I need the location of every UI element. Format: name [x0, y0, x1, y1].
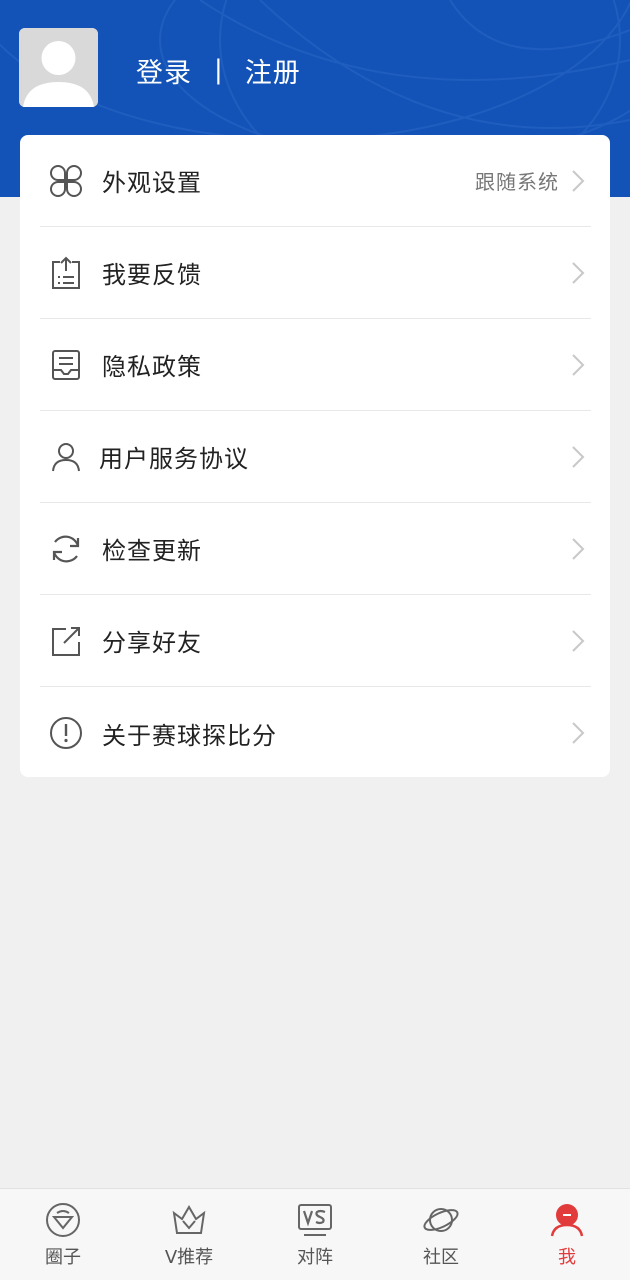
feedback-icon — [52, 256, 80, 289]
tab-me[interactable]: 我 — [504, 1189, 630, 1280]
chevron-right-icon — [572, 537, 585, 560]
chevron-right-icon — [572, 629, 585, 652]
avatar[interactable] — [19, 28, 98, 107]
tab-label: 社区 — [423, 1247, 459, 1268]
menu-item-check-update[interactable]: 检查更新 — [40, 503, 591, 595]
appearance-value: 跟随系统 — [475, 170, 559, 194]
settings-menu: 外观设置 跟随系统 我要反馈 隐私政策 用户服务协议 检查更新 分享好友 关于赛… — [20, 135, 610, 777]
register-link[interactable]: 注册 — [245, 51, 301, 90]
tab-label: V推荐 — [164, 1247, 214, 1268]
chevron-right-icon — [572, 261, 585, 284]
tab-label: 圈子 — [45, 1247, 81, 1268]
menu-item-feedback[interactable]: 我要反馈 — [40, 227, 591, 319]
profile-icon — [550, 1204, 584, 1237]
refresh-icon — [52, 535, 80, 562]
bottom-tab-bar: 圈子 V推荐 对阵 社区 我 — [0, 1188, 630, 1280]
menu-item-label: 我要反馈 — [102, 261, 202, 289]
chevron-right-icon — [572, 353, 585, 376]
auth-links: 登录 | 注册 — [136, 50, 301, 90]
menu-item-label: 隐私政策 — [102, 353, 202, 381]
menu-item-share[interactable]: 分享好友 — [40, 595, 591, 687]
tab-matchup[interactable]: 对阵 — [252, 1189, 378, 1280]
menu-item-label: 外观设置 — [102, 169, 202, 197]
menu-item-appearance[interactable]: 外观设置 跟随系统 — [40, 135, 591, 227]
info-icon — [50, 717, 82, 749]
menu-item-label: 分享好友 — [102, 629, 202, 657]
tab-v-recommend[interactable]: V推荐 — [126, 1189, 252, 1280]
chevron-right-icon — [572, 722, 585, 744]
menu-item-privacy[interactable]: 隐私政策 — [40, 319, 591, 411]
auth-separator: | — [214, 55, 223, 85]
circle-icon — [46, 1203, 80, 1237]
default-avatar-icon — [19, 28, 98, 107]
tab-community[interactable]: 社区 — [378, 1189, 504, 1280]
menu-item-label: 关于赛球探比分 — [102, 721, 277, 750]
privacy-icon — [52, 349, 80, 380]
appearance-icon — [50, 164, 82, 197]
tab-circle[interactable]: 圈子 — [0, 1189, 126, 1280]
profile-page: 登录 | 注册 外观设置 跟随系统 我要反馈 隐私政策 用户服务协议 检查更新 … — [0, 0, 630, 1280]
share-icon — [52, 626, 80, 656]
menu-item-user-agreement[interactable]: 用户服务协议 — [40, 411, 591, 503]
planet-icon — [423, 1208, 459, 1232]
tab-label: 对阵 — [297, 1247, 333, 1268]
user-icon — [52, 442, 80, 471]
menu-item-label: 用户服务协议 — [99, 445, 249, 473]
login-link[interactable]: 登录 — [136, 51, 192, 90]
chevron-right-icon — [572, 169, 585, 192]
crown-icon — [172, 1205, 206, 1234]
chevron-right-icon — [572, 445, 585, 468]
menu-item-label: 检查更新 — [102, 537, 202, 565]
tab-label: 我 — [558, 1247, 576, 1268]
vs-icon — [298, 1204, 332, 1236]
menu-item-about[interactable]: 关于赛球探比分 — [40, 687, 591, 779]
